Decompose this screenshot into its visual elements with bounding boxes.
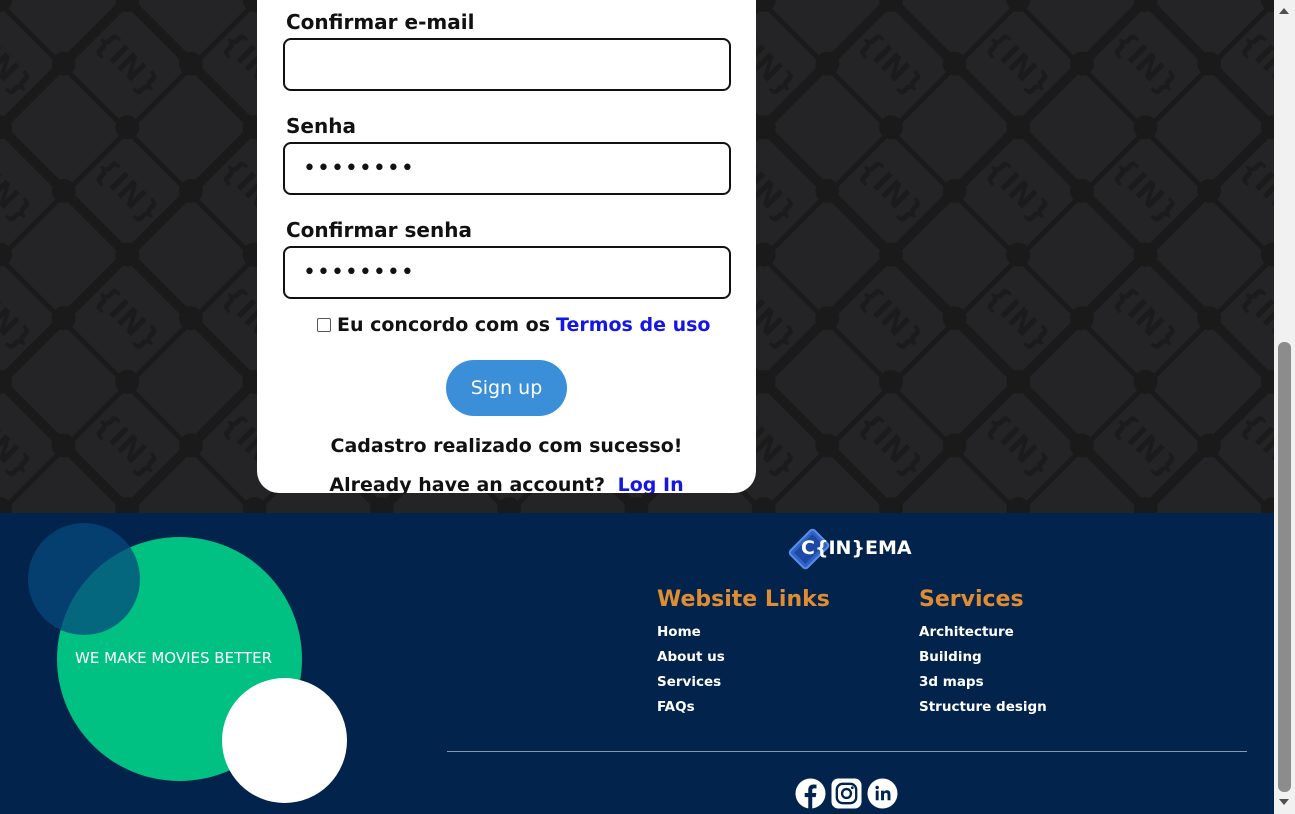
service-3d-maps[interactable]: 3d maps [919, 674, 1047, 699]
success-message: Cadastro realizado com sucesso! [330, 435, 683, 457]
confirm-email-field[interactable] [283, 38, 731, 91]
service-structure-design[interactable]: Structure design [919, 699, 1047, 724]
footer-link-faqs[interactable]: FAQs [657, 699, 725, 724]
footer-logo[interactable]: C{IN}EMA [786, 527, 912, 571]
service-architecture[interactable]: Architecture [919, 624, 1047, 649]
password-field[interactable]: •••••••• [283, 142, 731, 195]
scroll-up-arrow-icon[interactable] [1279, 8, 1289, 14]
already-text: Already have an account? [329, 474, 606, 493]
facebook-icon[interactable] [795, 778, 826, 809]
footer: WE MAKE MOVIES BETTER C{IN}EMA Website L… [0, 513, 1274, 814]
footer-link-services[interactable]: Services [657, 674, 725, 699]
logo-text: C{IN}EMA [801, 537, 912, 559]
login-link[interactable]: Log In [618, 474, 684, 493]
decor-circle-blue [28, 523, 140, 635]
scroll-down-arrow-icon[interactable] [1279, 799, 1289, 805]
password-label: Senha [286, 114, 356, 138]
terms-link[interactable]: Termos de uso [556, 314, 710, 336]
website-links-list: Home About us Services FAQs [657, 624, 725, 724]
scroll-thumb[interactable] [1278, 342, 1291, 792]
instagram-icon[interactable] [831, 778, 862, 809]
services-title: Services [919, 587, 1024, 612]
terms-text: Eu concordo com os [337, 314, 551, 336]
services-list: Architecture Building 3d maps Structure … [919, 624, 1047, 724]
confirm-password-field[interactable]: •••••••• [283, 246, 731, 299]
already-account-row: Already have an account? Log In [257, 474, 756, 493]
decor-circle-white [222, 678, 347, 803]
terms-checkbox[interactable] [317, 318, 331, 332]
website-links-title: Website Links [657, 587, 830, 612]
confirm-password-label: Confirmar senha [286, 218, 472, 242]
signup-card: Confirmar e-mail Senha •••••••• Confirma… [257, 0, 756, 493]
confirm-email-label: Confirmar e-mail [286, 10, 475, 34]
linkedin-icon[interactable] [867, 778, 898, 809]
terms-row: Eu concordo com os Termos de uso [317, 314, 710, 336]
footer-slogan: WE MAKE MOVIES BETTER [75, 649, 273, 667]
service-building[interactable]: Building [919, 649, 1047, 674]
vertical-scrollbar[interactable] [1274, 0, 1295, 814]
footer-divider [447, 751, 1247, 752]
footer-link-home[interactable]: Home [657, 624, 725, 649]
footer-link-about[interactable]: About us [657, 649, 725, 674]
signup-button[interactable]: Sign up [446, 360, 567, 416]
